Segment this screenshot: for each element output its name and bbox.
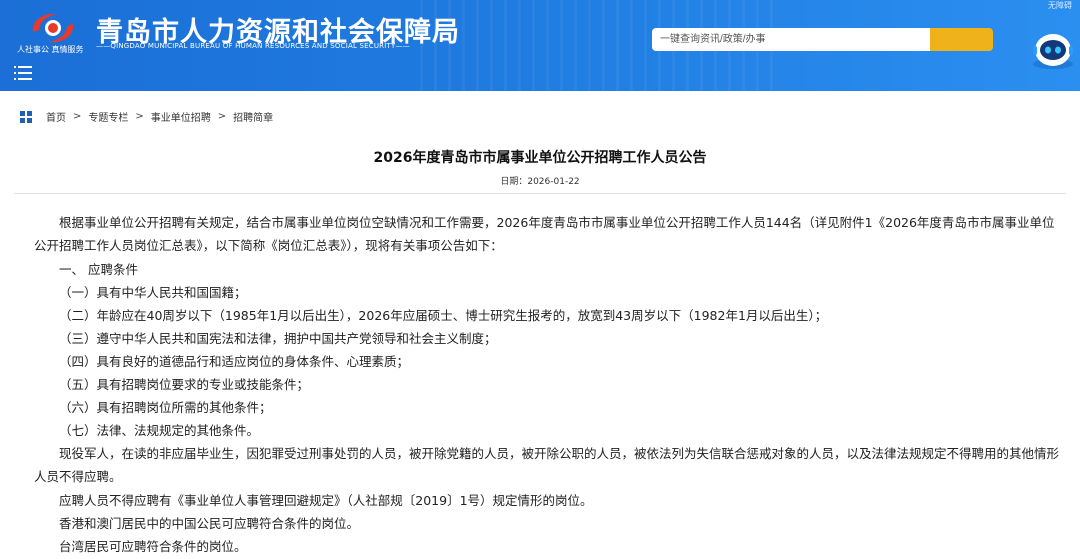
search-button[interactable]	[930, 28, 993, 51]
article-body: 根据事业单位公开招聘有关规定，结合市属事业单位岗位空缺情况和工作需要，2026年…	[34, 211, 1064, 558]
accessibility-link[interactable]: 无障碍	[1048, 0, 1072, 11]
breadcrumb-separator: >	[217, 111, 227, 122]
search-icon	[930, 28, 993, 51]
paragraph: 应聘人员不得应聘有《事业单位人事管理回避规定》（人社部规〔2019〕1号）规定情…	[59, 493, 593, 508]
breadcrumb: 首页 > 专题专栏 > 事业单位招聘 > 招聘简章	[20, 109, 273, 124]
breadcrumb-separator: >	[73, 111, 82, 122]
section-heading: 一、 应聘条件	[59, 262, 138, 277]
article-date: 日期：2026-01-22	[500, 177, 580, 187]
breadcrumb-public-institution-recruitment[interactable]: 事业单位招聘	[151, 109, 211, 124]
paragraph: （一）具有中华人民共和国国籍；	[59, 285, 247, 300]
article-title: 2026年度青岛市市属事业单位公开招聘工作人员公告	[373, 150, 707, 166]
site-subtitle: ——QINGDAO MUNICIPAL BUREAU OF HUMAN RESO…	[96, 42, 410, 50]
breadcrumb-special-topics[interactable]: 专题专栏	[88, 109, 128, 124]
logo-slogan: 人社事公 真情服务	[17, 45, 84, 54]
paragraph: 台湾居民可应聘符合条件的岗位。	[59, 539, 247, 554]
grid-icon	[20, 110, 32, 123]
paragraph: （七）法律、法规规定的其他条件。	[59, 423, 260, 438]
site-header: 人社事公 真情服务 青岛市人力资源和社会保障局 ——QINGDAO MUNICI…	[0, 0, 1080, 91]
title-divider	[14, 193, 1066, 194]
paragraph: （三）遵守中华人民共和国宪法和法律，拥护中国共产党领导和社会主义制度；	[59, 331, 497, 346]
paragraph: 现役军人，在读的非应届毕业生，因犯罪受过刑事处罚的人员，被开除党籍的人员，被开除…	[34, 446, 1060, 484]
paragraph: （四）具有良好的道德品行和适应岗位的身体条件、心理素质；	[59, 354, 410, 369]
paragraph: （六）具有招聘岗位所需的其他条件；	[59, 400, 272, 415]
paragraph: （二）年龄应在40周岁以下（1985年1月以后出生），2026年应届硕士、博士研…	[59, 308, 828, 323]
breadcrumb-recruitment-brief[interactable]: 招聘简章	[233, 109, 273, 124]
paragraph: 根据事业单位公开招聘有关规定，结合市属事业单位岗位空缺情况和工作需要，2026年…	[34, 215, 1055, 253]
paragraph: 香港和澳门居民中的中国公民可应聘符合条件的岗位。	[59, 516, 360, 531]
logo-emblem-icon[interactable]	[27, 10, 79, 46]
search-input[interactable]	[652, 28, 930, 51]
breadcrumb-separator: >	[135, 111, 144, 122]
menu-icon[interactable]	[14, 66, 32, 80]
robot-assistant-icon[interactable]	[1030, 30, 1076, 70]
breadcrumb-home[interactable]: 首页	[46, 109, 66, 124]
paragraph: （五）具有招聘岗位要求的专业或技能条件；	[59, 377, 310, 392]
